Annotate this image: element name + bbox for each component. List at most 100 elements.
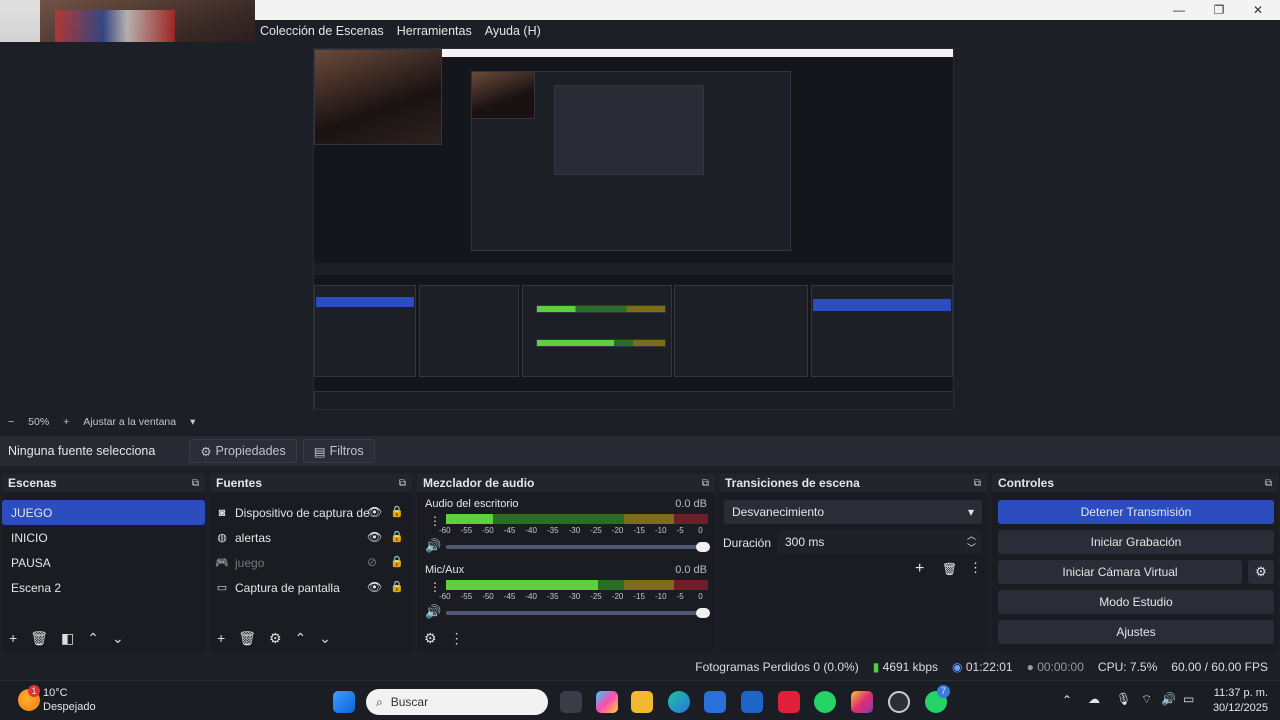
source-settings-icon[interactable]: ⚙ xyxy=(269,630,282,647)
move-up-icon[interactable]: ⌃ xyxy=(87,630,99,647)
clock-date[interactable]: 30/12/2025 xyxy=(1213,702,1268,714)
outlook-icon[interactable] xyxy=(741,691,763,713)
zoom-in-button[interactable]: + xyxy=(63,416,69,428)
remove-transition-icon[interactable]: 🗑 xyxy=(942,562,957,576)
selected-source-label: Ninguna fuente selecciona xyxy=(8,444,156,458)
virtual-camera-button[interactable]: Iniciar Cámara Virtual xyxy=(998,560,1242,584)
source-item[interactable]: ◙ Dispositivo de captura de 👁 🔒 xyxy=(210,500,412,525)
slider-handle[interactable] xyxy=(696,542,710,552)
transitions-dock: Transiciones de escena ⧉ Desvanecimiento ▾… xyxy=(719,474,987,652)
duration-input[interactable]: 300 ms ︿ ﹀ xyxy=(777,530,982,554)
globe-icon: ◍ xyxy=(217,531,227,544)
whatsapp-icon[interactable] xyxy=(814,691,836,713)
stop-stream-button[interactable]: Detener Transmisión xyxy=(998,500,1274,524)
transition-select[interactable]: Desvanecimiento ▾ xyxy=(724,500,982,524)
move-up-icon[interactable]: ⌃ xyxy=(295,630,307,647)
chevron-down-icon[interactable]: ▾ xyxy=(190,416,195,428)
speaker-icon[interactable]: 🔊 xyxy=(425,604,441,620)
add-source-icon[interactable]: + xyxy=(217,630,225,646)
menu-tools[interactable]: Herramientas xyxy=(397,24,472,38)
volume-icon[interactable]: 🔊 xyxy=(1161,692,1176,706)
scale-tick: -45 xyxy=(503,526,516,535)
meter-level xyxy=(446,514,494,524)
undock-icon[interactable]: ⧉ xyxy=(702,478,709,489)
file-explorer-icon[interactable] xyxy=(631,691,653,713)
battery-icon[interactable]: ▭ xyxy=(1183,692,1194,706)
microphone-icon[interactable]: 🎙 xyxy=(1116,692,1131,706)
fit-to-window[interactable]: Ajustar a la ventana xyxy=(83,416,176,428)
scene-item-escena-2[interactable]: Escena 2 xyxy=(2,575,205,600)
maximize-button[interactable]: ❐ xyxy=(1211,2,1227,18)
scene-item-juego[interactable]: JUEGO xyxy=(2,500,205,525)
stepper-icon[interactable]: ︿ ﹀ xyxy=(967,530,976,554)
scenes-title: Escenas xyxy=(8,476,57,490)
lock-icon[interactable]: 🔒 xyxy=(390,580,404,593)
add-transition-icon[interactable]: + xyxy=(915,560,924,578)
scale-tick: -30 xyxy=(568,526,581,535)
menu-help[interactable]: Ayuda (H) xyxy=(485,24,541,38)
lock-icon[interactable]: 🔒 xyxy=(390,555,404,568)
audio-settings-icon[interactable]: ⚙ xyxy=(424,630,437,647)
kebab-icon[interactable]: ⋮ xyxy=(969,560,982,576)
copilot-icon[interactable] xyxy=(596,691,618,713)
undock-icon[interactable]: ⧉ xyxy=(1265,478,1272,489)
eye-icon[interactable]: 👁 xyxy=(367,580,382,594)
lock-icon[interactable]: 🔒 xyxy=(390,530,404,543)
edge-icon[interactable] xyxy=(668,691,690,713)
channel-db: 0.0 dB xyxy=(675,498,707,510)
signal-icon: ▮ xyxy=(872,660,880,674)
remove-source-icon[interactable]: 🗑 xyxy=(238,630,256,647)
scene-item-pausa[interactable]: PAUSA xyxy=(2,550,205,575)
chevron-up-icon[interactable]: ⌃ xyxy=(1062,693,1072,707)
youtube-icon[interactable] xyxy=(778,691,800,713)
instagram-icon[interactable] xyxy=(851,691,873,713)
controls-title: Controles xyxy=(998,476,1055,490)
record-icon: ● xyxy=(1026,660,1034,674)
undock-icon[interactable]: ⧉ xyxy=(192,478,199,489)
speaker-icon[interactable]: 🔊 xyxy=(425,538,441,554)
source-item[interactable]: ▭ Captura de pantalla 👁 🔒 xyxy=(210,575,412,600)
scene-item-inicio[interactable]: INICIO xyxy=(2,525,205,550)
slider-handle[interactable] xyxy=(696,608,710,618)
eye-icon[interactable]: 👁 xyxy=(367,505,382,519)
preview-webcam xyxy=(314,49,442,145)
add-scene-icon[interactable]: + xyxy=(9,630,17,646)
volume-slider[interactable] xyxy=(446,542,710,552)
move-down-icon[interactable]: ⌄ xyxy=(112,630,124,647)
remove-scene-icon[interactable]: 🗑 xyxy=(30,630,48,647)
kebab-icon[interactable]: ⋮ xyxy=(450,630,464,647)
channel-db: 0.0 dB xyxy=(675,564,707,576)
obs-icon[interactable] xyxy=(888,691,910,713)
source-item[interactable]: 🎮 juego ⊘ 🔒 xyxy=(210,550,412,575)
menu-scene-collection[interactable]: Colección de Escenas xyxy=(260,24,384,38)
minimize-button[interactable]: — xyxy=(1171,2,1187,18)
zoom-out-button[interactable]: − xyxy=(8,416,14,428)
wifi-icon[interactable]: ⌔ xyxy=(1141,692,1152,707)
search-input[interactable]: ⌕ Buscar xyxy=(366,689,548,715)
eye-hidden-icon[interactable]: ⊘ xyxy=(367,555,377,569)
scene-filter-icon[interactable]: ◧ xyxy=(61,630,74,647)
task-view-icon[interactable] xyxy=(560,691,582,713)
windows-start-icon[interactable] xyxy=(333,691,355,713)
undock-icon[interactable]: ⧉ xyxy=(399,478,406,489)
source-item[interactable]: ◍ alertas 👁 🔒 xyxy=(210,525,412,550)
stream-preview[interactable] xyxy=(313,48,954,410)
lock-icon[interactable]: 🔒 xyxy=(390,505,404,518)
volume-slider[interactable] xyxy=(446,608,710,618)
store-icon[interactable] xyxy=(704,691,726,713)
clock-time[interactable]: 11:37 p. m. xyxy=(1214,687,1268,699)
gear-icon[interactable]: ⚙ xyxy=(1248,560,1274,584)
close-button[interactable]: ✕ xyxy=(1250,2,1266,18)
settings-button[interactable]: Ajustes xyxy=(998,620,1274,644)
studio-mode-button[interactable]: Modo Estudio xyxy=(998,590,1274,614)
eye-icon[interactable]: 👁 xyxy=(367,530,382,544)
broadcast-icon: ◉ xyxy=(952,660,963,674)
start-recording-button[interactable]: Iniciar Grabación xyxy=(998,530,1274,554)
cloud-icon[interactable]: ☁ xyxy=(1088,692,1100,706)
undock-icon[interactable]: ⧉ xyxy=(974,478,981,489)
scale-tick: -10 xyxy=(655,526,667,535)
properties-button[interactable]: ⚙ Propiedades xyxy=(189,439,297,463)
move-down-icon[interactable]: ⌄ xyxy=(319,630,331,647)
filters-button[interactable]: ▤ Filtros xyxy=(302,439,375,463)
bitrate: 4691 kbps xyxy=(882,660,939,674)
